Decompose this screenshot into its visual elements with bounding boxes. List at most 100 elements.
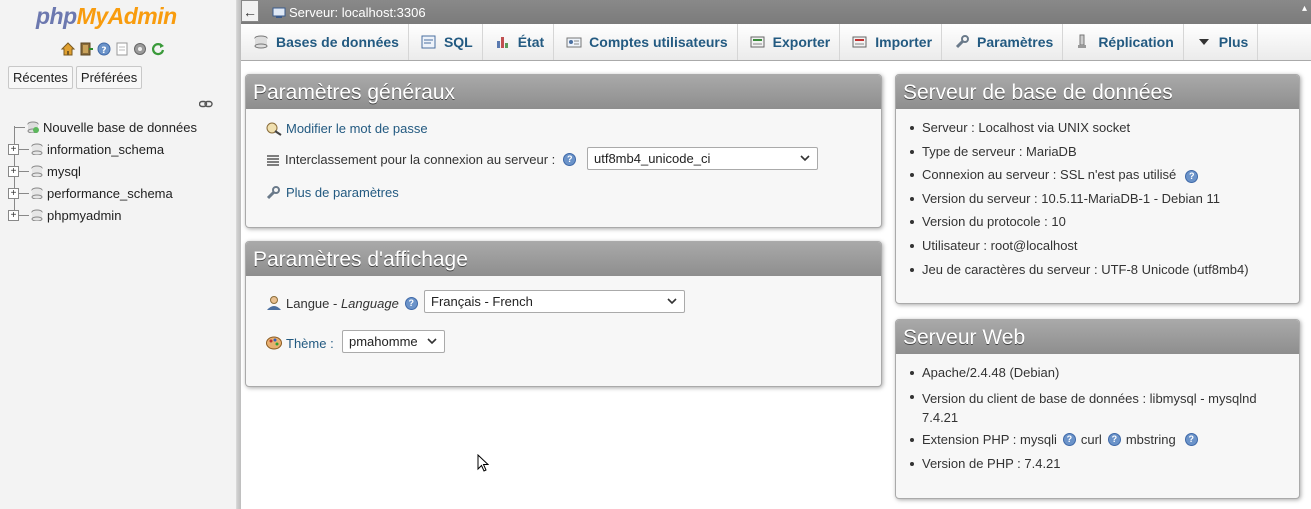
link-with-main-panel-icon[interactable] <box>198 97 213 112</box>
phpmyadmin-logo[interactable]: phpMyAdmin <box>36 3 177 30</box>
status-icon <box>495 34 511 50</box>
tab-settings[interactable]: Paramètres <box>942 24 1064 60</box>
database-icon <box>253 34 269 50</box>
list-item: Apache/2.4.48 (Debian) <box>910 365 1059 380</box>
settings-icon[interactable] <box>132 41 148 57</box>
expand-icon[interactable]: + <box>8 165 19 177</box>
list-item: Version du protocole : 10 <box>910 214 1066 229</box>
database-icon <box>31 209 43 221</box>
panel-title: Paramètres d'affichage <box>246 242 881 276</box>
tab-sql[interactable]: SQL <box>409 24 483 60</box>
help-icon[interactable]: ? <box>1184 433 1198 446</box>
mouse-cursor-icon <box>477 453 490 475</box>
more-settings-link[interactable]: Plus de paramètres <box>286 185 399 200</box>
database-icon <box>31 165 43 177</box>
tab-user-accounts[interactable]: Comptes utilisateurs <box>554 24 738 60</box>
database-name: mysql <box>47 163 81 179</box>
expand-icon[interactable]: + <box>8 187 19 199</box>
home-icon[interactable] <box>60 41 76 57</box>
language-label-english: Language <box>340 295 399 311</box>
list-item: Serveur : Localhost via UNIX socket <box>910 120 1130 135</box>
chevron-down-icon <box>427 338 437 345</box>
theme-label[interactable]: Thème : <box>286 336 334 351</box>
reload-icon[interactable] <box>150 41 166 57</box>
tab-import[interactable]: Importer <box>840 24 943 60</box>
theme-select[interactable]: pmahomme <box>342 330 445 353</box>
collation-select[interactable]: utf8mb4_unicode_ci <box>587 147 818 170</box>
help-icon[interactable]: ? <box>1107 433 1121 446</box>
database-item[interactable]: + mysql <box>6 160 236 182</box>
language-row: Langue - Language ? <box>265 295 418 311</box>
theme-row: Thème : <box>265 335 334 351</box>
list-item: Version de PHP : 7.4.21 <box>910 456 1061 471</box>
database-item[interactable]: + information_schema <box>6 138 236 160</box>
tab-replication[interactable]: Réplication <box>1063 24 1184 60</box>
navigation-panel: phpMyAdmin ? Récentes Préférées Nouvelle… <box>0 0 237 509</box>
users-icon <box>566 34 582 50</box>
sql-icon <box>421 34 437 50</box>
list-item: Jeu de caractères du serveur : UTF-8 Uni… <box>910 262 1249 277</box>
server-icon <box>272 7 286 18</box>
server-label: Serveur: localhost:3306 <box>289 5 426 20</box>
language-select[interactable]: Français - French <box>424 290 685 313</box>
svg-text:?: ? <box>101 46 106 56</box>
list-item: Type de serveur : MariaDB <box>910 144 1077 159</box>
replication-icon <box>1075 34 1091 50</box>
database-item[interactable]: + phpmyadmin <box>6 204 236 226</box>
new-database-icon <box>27 121 39 133</box>
import-icon <box>852 34 868 50</box>
list-item: Version du client de base de données : l… <box>910 389 1257 427</box>
help-icon[interactable]: ? <box>404 296 418 310</box>
list-item: Extension PHP : mysqli ? curl ? mbstring… <box>910 432 1198 447</box>
database-name: performance_schema <box>47 185 173 201</box>
list-item: Utilisateur : root@localhost <box>910 238 1078 253</box>
tab-export[interactable]: Exporter <box>738 24 841 60</box>
list-item: Connexion au serveur : SSL n'est pas uti… <box>910 167 1199 183</box>
theme-palette-icon <box>266 336 282 350</box>
expand-icon[interactable]: + <box>8 209 19 221</box>
collation-label: Interclassement pour la connexion au ser… <box>285 152 556 167</box>
more-settings-row: Plus de paramètres <box>265 184 399 200</box>
top-menu-tabs: Bases de données SQL État Comptes utilis… <box>241 24 1311 61</box>
help-icon[interactable]: ? <box>1062 433 1076 446</box>
collation-row: Interclassement pour la connexion au ser… <box>265 152 577 167</box>
database-icon <box>31 187 43 199</box>
language-icon <box>267 296 281 310</box>
navigation-resizer[interactable] <box>237 0 241 509</box>
chevron-down-icon <box>667 298 677 305</box>
favorites-button[interactable]: Préférées <box>75 66 143 89</box>
list-item: Version du serveur : 10.5.11-MariaDB-1 -… <box>910 191 1220 206</box>
database-item[interactable]: + performance_schema <box>6 182 236 204</box>
database-name: phpmyadmin <box>47 207 122 223</box>
expand-icon[interactable]: + <box>8 143 19 155</box>
wrench-icon <box>954 34 970 50</box>
docs-icon[interactable] <box>114 41 130 57</box>
help-icon[interactable]: ? <box>1185 170 1199 183</box>
display-settings-panel: Paramètres d'affichage Langue - Language… <box>245 241 882 387</box>
panel-title: Paramètres généraux <box>246 75 881 109</box>
help-icon[interactable]: ? <box>563 153 577 166</box>
change-password-row: Modifier le mot de passe <box>265 120 428 136</box>
tab-more[interactable]: Plus <box>1184 24 1259 60</box>
collation-icon <box>267 154 279 166</box>
new-database-item[interactable]: Nouvelle base de données <box>6 116 236 138</box>
new-database-label: Nouvelle base de données <box>43 119 197 135</box>
caret-down-icon <box>1196 34 1212 50</box>
collapse-navigation-button[interactable]: ← <box>241 0 259 22</box>
change-password-link[interactable]: Modifier le mot de passe <box>286 121 428 136</box>
tab-status[interactable]: État <box>483 24 555 60</box>
database-server-panel: Serveur de base de données Serveur : Loc… <box>895 74 1300 304</box>
help-icon[interactable]: ? <box>96 41 112 57</box>
top-bar: ← Serveur: localhost:3306 ▴ <box>241 0 1311 24</box>
panel-title: Serveur Web <box>896 320 1299 354</box>
nav-icon-bar: ? <box>60 41 166 57</box>
language-label: Langue - <box>286 295 338 311</box>
web-server-panel: Serveur Web Apache/2.4.48 (Debian) Versi… <box>895 319 1300 499</box>
exit-icon[interactable] <box>78 41 94 57</box>
tab-databases[interactable]: Bases de données <box>241 24 409 60</box>
wrench-icon <box>266 186 280 200</box>
breadcrumb[interactable]: Serveur: localhost:3306 <box>272 5 426 20</box>
scroll-up-icon[interactable]: ▴ <box>1302 3 1307 14</box>
database-tree: Nouvelle base de données + information_s… <box>6 116 236 226</box>
recent-button[interactable]: Récentes <box>8 66 73 89</box>
